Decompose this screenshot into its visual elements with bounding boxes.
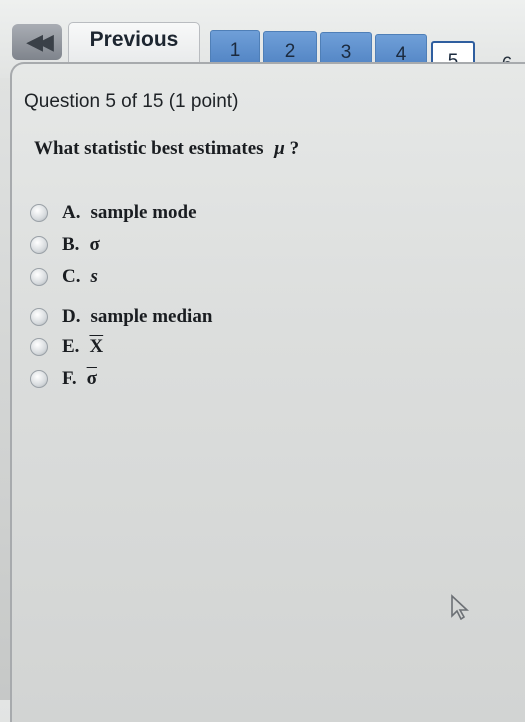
radio-button[interactable] [30,308,48,326]
choice-letter: B. [62,234,80,255]
choice-text: sample mode [90,202,197,223]
choice-letter: C. [62,266,81,287]
choice-text: X [89,336,104,357]
choice-text: σ [86,368,97,389]
choice-c[interactable]: C. s [30,263,98,291]
question-header: Question 5 of 15 (1 point) [24,91,239,112]
question-mark: ? [289,138,300,159]
choice-text: sample median [90,306,213,327]
choice-b[interactable]: B. σ [30,231,100,259]
radio-button[interactable] [30,370,48,388]
choice-letter: D. [62,306,81,327]
choice-f[interactable]: F. σ [30,365,97,393]
question-prompt: What statistic best estimates [34,138,264,159]
radio-button[interactable] [30,268,48,286]
choice-letter: A. [62,202,81,223]
question-text: What statistic best estimates μ ? [34,138,299,160]
choice-a[interactable]: A. sample mode [30,199,197,227]
mouse-cursor-icon [451,594,470,620]
choice-text: s [90,266,98,287]
choice-letter: E. [62,336,80,357]
radio-button[interactable] [30,204,48,222]
mu-symbol: μ [274,138,285,159]
choice-d[interactable]: D. sample median [30,303,212,331]
choice-text: σ [89,234,100,255]
choice-letter: F. [62,368,77,389]
radio-button[interactable] [30,236,48,254]
radio-button[interactable] [30,338,48,356]
back-arrow-icon[interactable]: ◀◀ [12,24,62,60]
choice-e[interactable]: E. X [30,333,103,361]
